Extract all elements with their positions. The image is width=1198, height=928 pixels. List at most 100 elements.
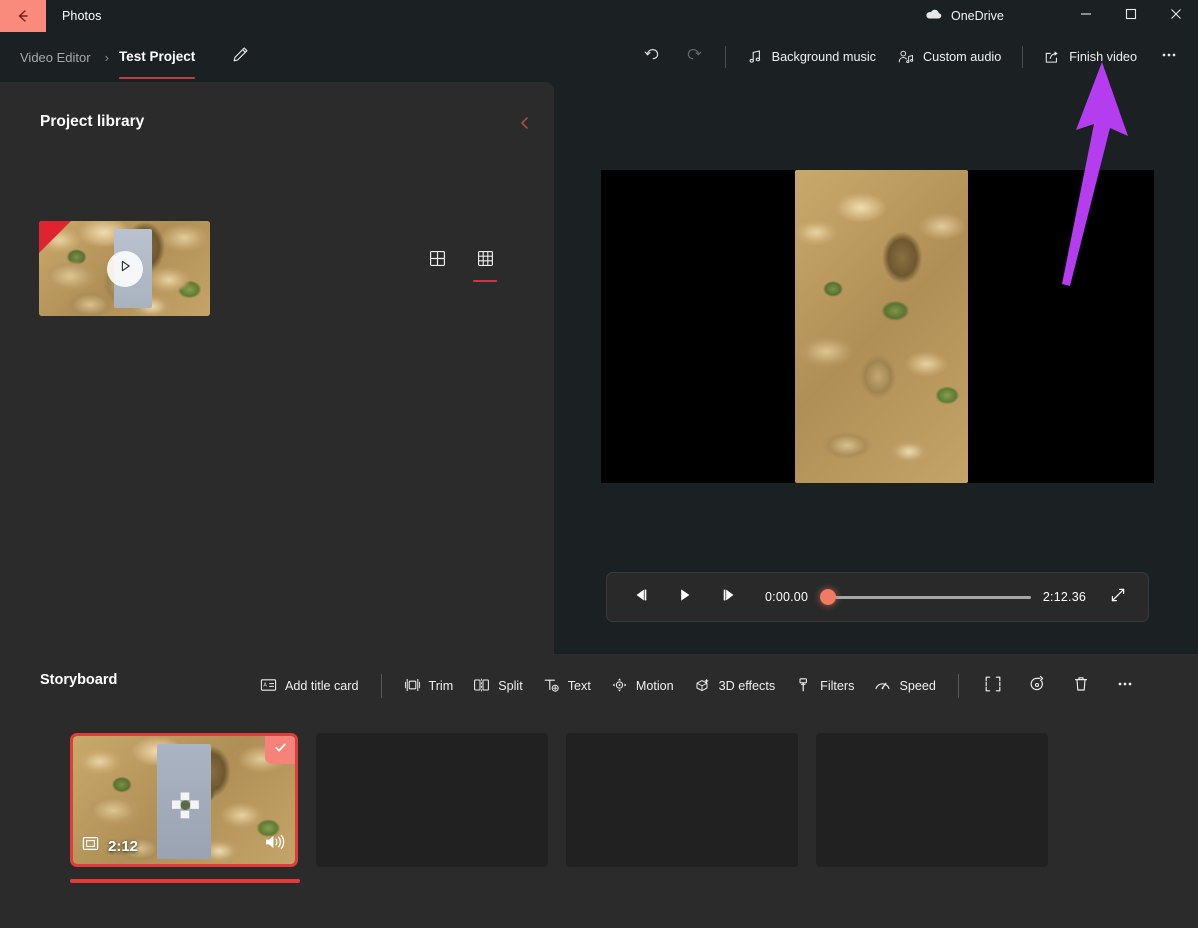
redo-button[interactable] — [673, 40, 715, 74]
play-icon — [117, 258, 133, 279]
minimize-button[interactable] — [1063, 0, 1108, 32]
speed-icon — [874, 677, 891, 696]
background-music-label: Background music — [772, 50, 876, 64]
play-button[interactable] — [663, 577, 707, 617]
storyboard-title: Storyboard — [40, 672, 117, 688]
breadcrumb-active-underline — [119, 77, 195, 80]
storyboard-more-button[interactable] — [1103, 669, 1147, 703]
delete-button[interactable] — [1059, 669, 1103, 703]
close-button[interactable] — [1153, 0, 1198, 32]
scrubber-handle[interactable] — [820, 589, 836, 605]
clip-progress-indicator — [70, 879, 300, 883]
filters-icon — [795, 677, 812, 696]
collapse-library-button[interactable] — [510, 110, 540, 140]
library-view-toggles — [420, 244, 502, 278]
split-icon — [473, 677, 490, 696]
breadcrumb-video-editor[interactable]: Video Editor — [14, 46, 97, 69]
clip-selected-badge — [265, 736, 295, 764]
breadcrumb-separator: › — [105, 50, 109, 65]
cloud-icon — [925, 7, 942, 25]
command-bar: Video Editor › Test Project — [0, 32, 1198, 82]
pencil-icon — [231, 45, 250, 69]
custom-audio-label: Custom audio — [923, 50, 1001, 64]
custom-audio-button[interactable]: Custom audio — [887, 40, 1012, 74]
add-title-card-button[interactable]: A Add title card — [250, 669, 369, 703]
fullscreen-button[interactable] — [1096, 577, 1140, 617]
add-title-card-label: Add title card — [285, 679, 359, 693]
trim-button[interactable]: Trim — [394, 669, 464, 703]
trim-label: Trim — [429, 679, 454, 693]
maximize-icon — [1125, 7, 1137, 25]
trim-icon — [404, 677, 421, 696]
resize-button[interactable] — [971, 669, 1015, 703]
rotate-button[interactable] — [1015, 669, 1059, 703]
playback-scrubber[interactable] — [820, 577, 1031, 617]
current-time-label: 0:00.00 — [765, 590, 808, 604]
back-button[interactable] — [0, 0, 46, 32]
finish-video-label: Finish video — [1069, 50, 1137, 64]
music-note-icon — [747, 49, 763, 65]
onedrive-status[interactable]: OneDrive — [925, 0, 1004, 32]
command-bar-actions: Background music Custom audio — [631, 32, 1190, 82]
ellipsis-icon — [1115, 674, 1135, 699]
speaker-on-icon — [264, 838, 285, 855]
storyboard-empty-slot[interactable] — [566, 733, 798, 867]
photos-video-editor-window: Photos OneDrive — [0, 0, 1198, 928]
step-forward-icon — [720, 587, 738, 608]
storyboard-panel: Storyboard A Add title card — [0, 654, 1198, 928]
player-controls: 0:00.00 2:12.36 — [606, 572, 1149, 622]
finish-video-button[interactable]: Finish video — [1033, 40, 1148, 74]
filters-button[interactable]: Filters — [785, 669, 864, 703]
clip-metadata: 2:12 — [82, 835, 138, 857]
effects-3d-button[interactable]: 3D effects — [684, 669, 785, 703]
text-icon — [543, 677, 560, 696]
clip-drone-object — [171, 792, 200, 820]
speed-label: Speed — [899, 679, 935, 693]
command-divider-1 — [725, 46, 726, 68]
storyboard-clip-list: 2:12 — [70, 733, 1048, 867]
clip-duration-label: 2:12 — [108, 838, 138, 855]
breadcrumb-current-project[interactable]: Test Project — [117, 44, 197, 70]
split-label: Split — [498, 679, 523, 693]
storyboard-empty-slot[interactable] — [316, 733, 548, 867]
text-button[interactable]: Text — [533, 669, 601, 703]
split-button[interactable]: Split — [463, 669, 533, 703]
redo-icon — [684, 45, 704, 70]
storyboard-divider-1 — [381, 674, 382, 698]
storyboard-toolbar: A Add title card Trim — [250, 664, 1147, 708]
background-music-button[interactable]: Background music — [736, 40, 887, 74]
expand-icon — [1109, 586, 1127, 609]
chevron-left-icon — [517, 115, 533, 136]
checkmark-icon — [273, 740, 288, 760]
svg-text:A: A — [263, 682, 267, 688]
previous-frame-button[interactable] — [619, 577, 663, 617]
scrubber-track — [830, 596, 1031, 599]
close-icon — [1170, 7, 1182, 25]
motion-label: Motion — [636, 679, 674, 693]
preview-image — [795, 170, 968, 483]
project-library-panel: Project library Add — [0, 82, 554, 654]
storyboard-clip[interactable]: 2:12 — [70, 733, 298, 867]
window-controls — [1063, 0, 1198, 32]
view-small-grid-button[interactable] — [468, 244, 502, 278]
next-frame-button[interactable] — [707, 577, 751, 617]
library-play-overlay[interactable] — [107, 251, 143, 287]
effects-3d-label: 3D effects — [719, 679, 775, 693]
command-more-button[interactable] — [1148, 40, 1190, 74]
view-large-grid-button[interactable] — [420, 244, 454, 278]
video-preview-frame — [795, 170, 968, 483]
storyboard-divider-2 — [958, 674, 959, 698]
motion-button[interactable]: Motion — [601, 669, 684, 703]
title-bar: Photos OneDrive — [0, 0, 1198, 32]
clip-audio-toggle[interactable] — [264, 833, 285, 856]
library-media-item[interactable] — [39, 221, 210, 316]
3d-effects-icon — [694, 677, 711, 696]
storyboard-empty-slot[interactable] — [816, 733, 1048, 867]
undo-button[interactable] — [631, 40, 673, 74]
maximize-button[interactable] — [1108, 0, 1153, 32]
view-active-underline — [473, 280, 497, 283]
rename-project-button[interactable] — [225, 42, 255, 72]
motion-icon — [611, 677, 628, 696]
speed-button[interactable]: Speed — [864, 669, 945, 703]
video-frame-icon — [82, 835, 99, 857]
